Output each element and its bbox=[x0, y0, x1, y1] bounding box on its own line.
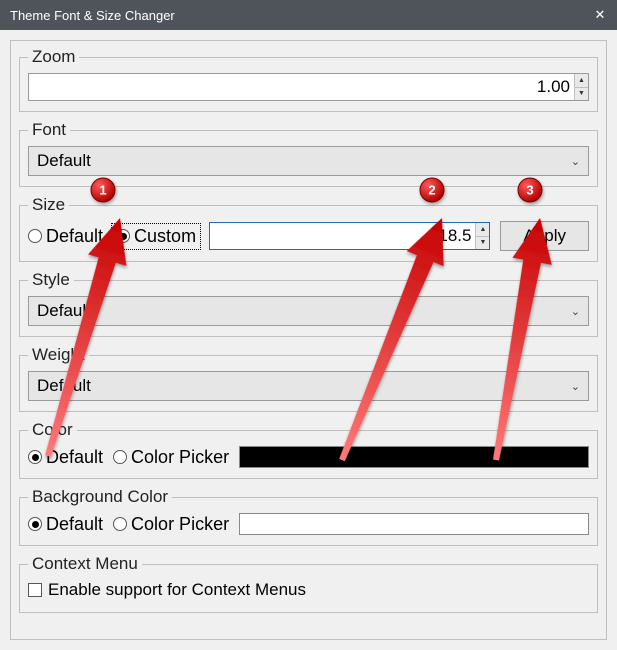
zoom-legend: Zoom bbox=[28, 47, 79, 67]
color-radio-picker[interactable]: Color Picker bbox=[113, 447, 229, 468]
spin-down-icon[interactable]: ▼ bbox=[575, 88, 588, 101]
size-spin-buttons[interactable]: ▲ ▼ bbox=[475, 223, 489, 249]
bgcolor-radio-picker-label: Color Picker bbox=[131, 514, 229, 535]
zoom-group: Zoom ▲ ▼ bbox=[19, 47, 598, 112]
style-select[interactable]: Default ⌄ bbox=[28, 296, 589, 326]
bgcolor-radio-picker[interactable]: Color Picker bbox=[113, 514, 229, 535]
context-checkbox[interactable]: Enable support for Context Menus bbox=[28, 580, 306, 600]
window-title: Theme Font & Size Changer bbox=[10, 8, 175, 23]
color-radio-picker-label: Color Picker bbox=[131, 447, 229, 468]
size-group: Size Default Custom ▲ ▼ Apply bbox=[19, 195, 598, 262]
bgcolor-radio-default[interactable]: Default bbox=[28, 514, 103, 535]
color-group: Color Default Color Picker bbox=[19, 420, 598, 479]
style-legend: Style bbox=[28, 270, 74, 290]
size-radio-default[interactable]: Default bbox=[28, 226, 103, 247]
spin-up-icon[interactable]: ▲ bbox=[575, 74, 588, 88]
spin-down-icon[interactable]: ▼ bbox=[476, 237, 489, 250]
zoom-input[interactable] bbox=[29, 74, 574, 100]
apply-button[interactable]: Apply bbox=[500, 221, 589, 251]
bgcolor-group: Background Color Default Color Picker bbox=[19, 487, 598, 546]
size-radio-default-label: Default bbox=[46, 226, 103, 247]
context-group: Context Menu Enable support for Context … bbox=[19, 554, 598, 613]
color-radio-default[interactable]: Default bbox=[28, 447, 103, 468]
color-legend: Color bbox=[28, 420, 77, 440]
chevron-down-icon: ⌄ bbox=[571, 155, 580, 168]
close-icon[interactable]: ✕ bbox=[593, 8, 607, 22]
size-spinner[interactable]: ▲ ▼ bbox=[209, 222, 490, 250]
font-group: Font Default ⌄ bbox=[19, 120, 598, 187]
bgcolor-swatch[interactable] bbox=[239, 513, 589, 535]
size-radio-custom-label: Custom bbox=[134, 226, 196, 247]
bgcolor-legend: Background Color bbox=[28, 487, 172, 507]
weight-select[interactable]: Default ⌄ bbox=[28, 371, 589, 401]
color-swatch[interactable] bbox=[239, 446, 589, 468]
bgcolor-radio-default-label: Default bbox=[46, 514, 103, 535]
chevron-down-icon: ⌄ bbox=[571, 305, 580, 318]
checkbox-box bbox=[28, 583, 42, 597]
titlebar: Theme Font & Size Changer ✕ bbox=[0, 0, 617, 30]
dialog-body: Zoom ▲ ▼ Font Default ⌄ Size Default Cus… bbox=[10, 40, 607, 640]
style-group: Style Default ⌄ bbox=[19, 270, 598, 337]
font-selected: Default bbox=[37, 151, 91, 171]
size-legend: Size bbox=[28, 195, 69, 215]
zoom-spinner[interactable]: ▲ ▼ bbox=[28, 73, 589, 101]
font-select[interactable]: Default ⌄ bbox=[28, 146, 589, 176]
weight-selected: Default bbox=[37, 376, 91, 396]
color-radio-default-label: Default bbox=[46, 447, 103, 468]
context-legend: Context Menu bbox=[28, 554, 142, 574]
size-input[interactable] bbox=[210, 223, 475, 249]
weight-legend: Weight bbox=[28, 345, 89, 365]
style-selected: Default bbox=[37, 301, 91, 321]
chevron-down-icon: ⌄ bbox=[571, 380, 580, 393]
weight-group: Weight Default ⌄ bbox=[19, 345, 598, 412]
spin-up-icon[interactable]: ▲ bbox=[476, 223, 489, 237]
size-radio-custom[interactable]: Custom bbox=[113, 225, 199, 248]
font-legend: Font bbox=[28, 120, 70, 140]
zoom-spin-buttons[interactable]: ▲ ▼ bbox=[574, 74, 588, 100]
context-checkbox-label: Enable support for Context Menus bbox=[48, 580, 306, 600]
